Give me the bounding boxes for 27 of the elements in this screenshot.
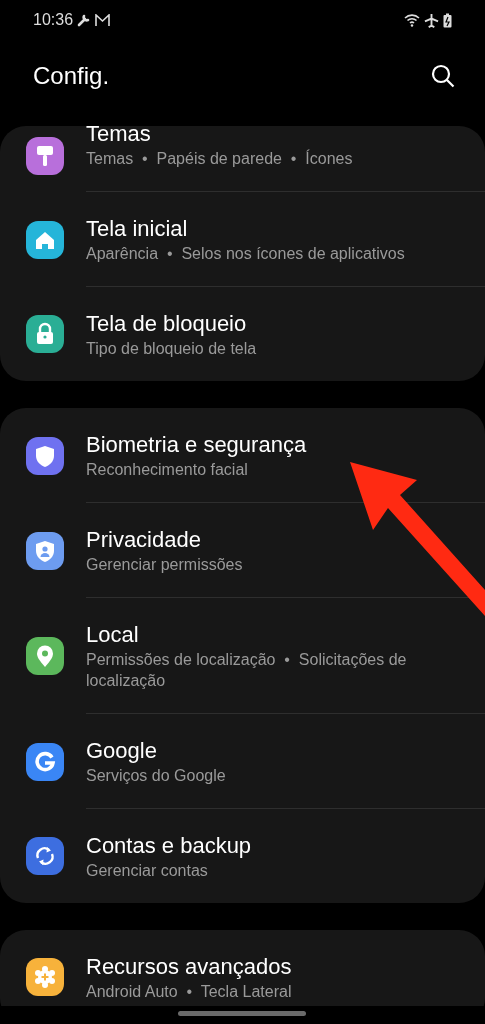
item-title: Privacidade <box>86 526 202 554</box>
item-title: Tela de bloqueio <box>86 310 248 338</box>
item-title: Tela inicial <box>86 215 189 243</box>
item-subtitle: Gerenciar permissões <box>86 555 244 575</box>
item-title: Google <box>86 737 158 765</box>
item-subtitle: Permissões de localização • Solicitações de localização <box>86 650 408 691</box>
status-time: 10:36 <box>33 10 74 30</box>
item-subtitle: Serviços do Google <box>86 766 227 786</box>
settings-item[interactable]: Recursos avançados Android Auto • Tecla Lateral <box>0 930 485 1006</box>
settings-item[interactable]: Temas Temas • Papéis de parede • Ícones <box>0 126 485 192</box>
item-subtitle: Tipo de bloqueio de tela <box>86 339 258 359</box>
item-title: Local <box>86 621 140 649</box>
item-title: Recursos avançados <box>86 953 293 981</box>
settings-item[interactable]: Tela de bloqueio Tipo de bloqueio de tela <box>0 287 485 381</box>
settings-item[interactable]: Tela inicial Aparência • Selos nos ícones de aplicativos <box>0 192 485 287</box>
item-subtitle: Temas • Papéis de parede • Ícones <box>86 148 354 169</box>
settings-item[interactable]: Google Serviços do Google <box>0 714 485 809</box>
item-subtitle: Android Auto • Tecla Lateral <box>86 982 293 1002</box>
settings-item[interactable]: Local Permissões de localização • Solicitações de localização <box>0 598 485 714</box>
item-subtitle: Gerenciar contas <box>86 861 209 881</box>
page-title: Config. <box>33 61 110 91</box>
item-subtitle: Reconhecimento facial <box>86 460 249 480</box>
item-title: Temas <box>86 126 152 148</box>
settings-item[interactable]: Contas e backup Gerenciar contas <box>0 809 485 903</box>
item-title: Biometria e segurança <box>86 431 308 459</box>
item-subtitle: Aparência • Selos nos ícones de aplicativos <box>86 244 406 264</box>
item-title: Contas e backup <box>86 832 253 860</box>
